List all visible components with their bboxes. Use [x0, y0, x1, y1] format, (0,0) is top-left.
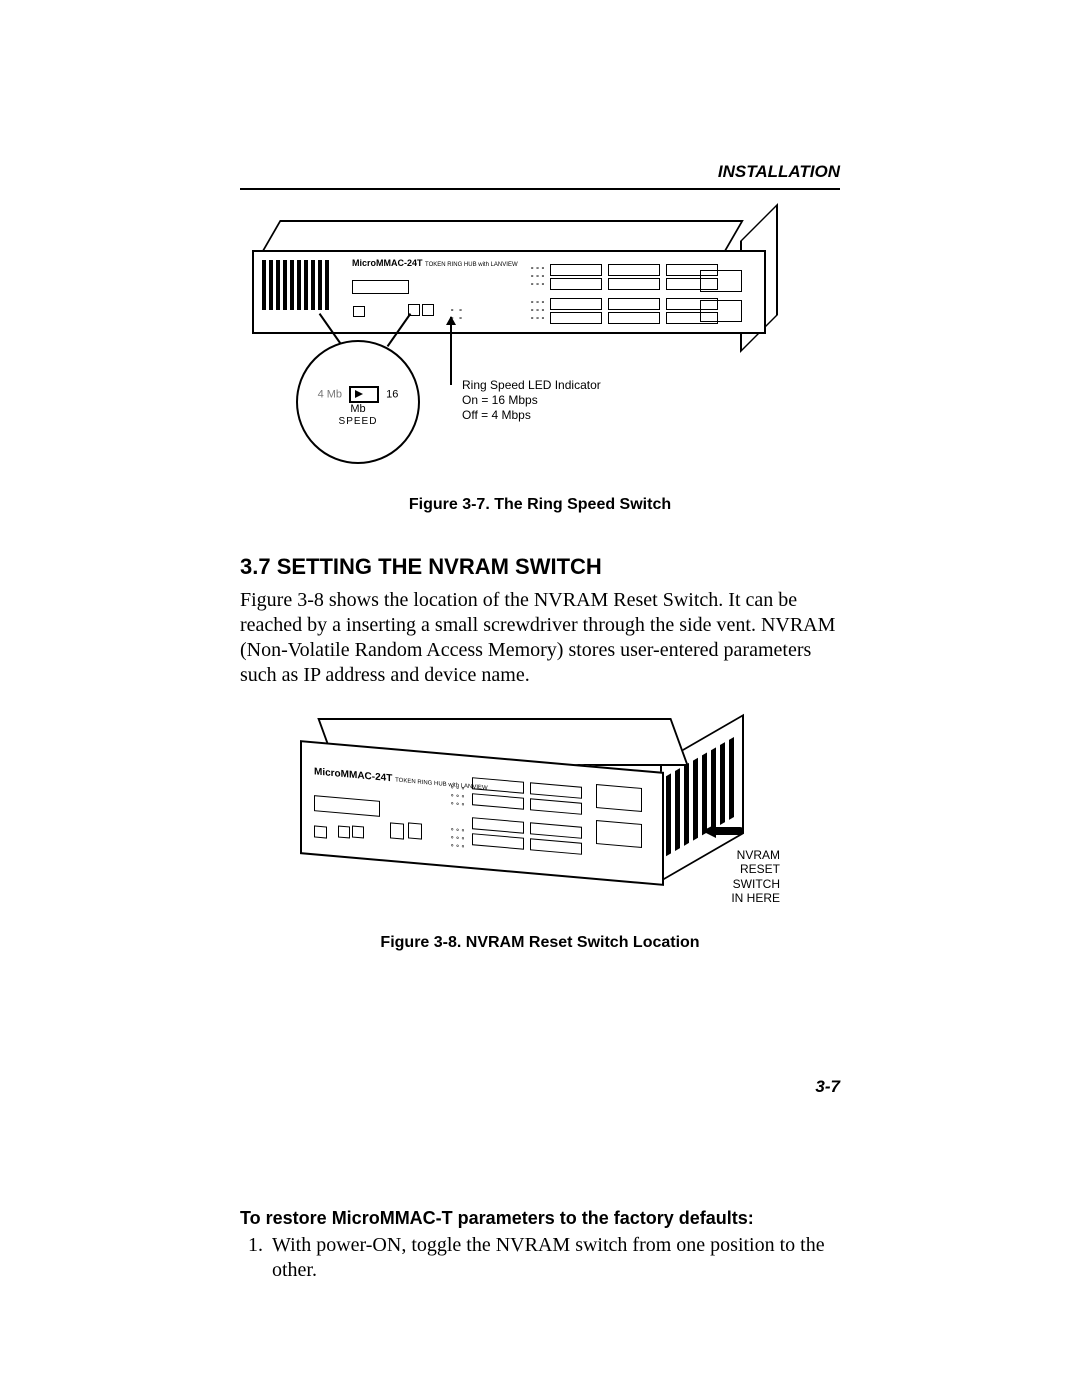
- nvram-arrow-icon: [702, 820, 746, 840]
- header-rule: [240, 188, 840, 190]
- mag-4mb-label: 4 Mb: [318, 388, 342, 400]
- device-illustration-2: MicroMMAC-24T TOKEN RING HUB with LANVIE…: [300, 718, 770, 918]
- nvram-annotation-line2: RESET SWITCH: [720, 862, 780, 891]
- restore-step-1: With power-ON, toggle the NVRAM switch f…: [268, 1233, 840, 1283]
- magnifier-circle: 4 Mb 16 Mb SPEED: [296, 340, 420, 464]
- nvram-annotation-line3: IN HERE: [720, 891, 780, 905]
- device-illustration: MicroMMAC-24T TOKEN RING HUB with LANVIE…: [240, 220, 760, 350]
- section-heading: 3.7 SETTING THE NVRAM SWITCH: [240, 554, 840, 580]
- figure2-caption: Figure 3-8. NVRAM Reset Switch Location: [240, 934, 840, 952]
- nvram-annotation-line1: NVRAM: [720, 848, 780, 862]
- restore-heading: To restore MicroMMAC-T parameters to the…: [240, 1208, 840, 1229]
- device-subtitle: TOKEN RING HUB with LANVIEW: [425, 262, 518, 268]
- led-annotation-line3: Off = 4 Mbps: [462, 408, 601, 423]
- led-annotation-line1: Ring Speed LED Indicator: [462, 378, 601, 393]
- figure1-caption: Figure 3-7. The Ring Speed Switch: [240, 496, 840, 514]
- led-indicator-arrow-icon: [450, 317, 452, 385]
- device-model: MicroMMAC-24T: [352, 258, 423, 268]
- page-number: 3-7: [815, 1077, 840, 1097]
- mag-speed-label: SPEED: [298, 416, 418, 427]
- speed-switch-icon: [349, 386, 379, 403]
- restore-steps: With power-ON, toggle the NVRAM switch f…: [240, 1233, 840, 1283]
- led-annotation: Ring Speed LED Indicator On = 16 Mbps Of…: [462, 378, 601, 423]
- figure-ring-speed-switch: MicroMMAC-24T TOKEN RING HUB with LANVIE…: [240, 220, 840, 490]
- running-head: INSTALLATION: [718, 162, 840, 182]
- device-model-label: MicroMMAC-24T TOKEN RING HUB with LANVIE…: [352, 258, 518, 268]
- led-annotation-line2: On = 16 Mbps: [462, 393, 601, 408]
- nvram-annotation: NVRAM RESET SWITCH IN HERE: [720, 848, 780, 906]
- section-paragraph: Figure 3-8 shows the location of the NVR…: [240, 588, 840, 688]
- figure-nvram-switch: MicroMMAC-24T TOKEN RING HUB with LANVIE…: [300, 718, 780, 948]
